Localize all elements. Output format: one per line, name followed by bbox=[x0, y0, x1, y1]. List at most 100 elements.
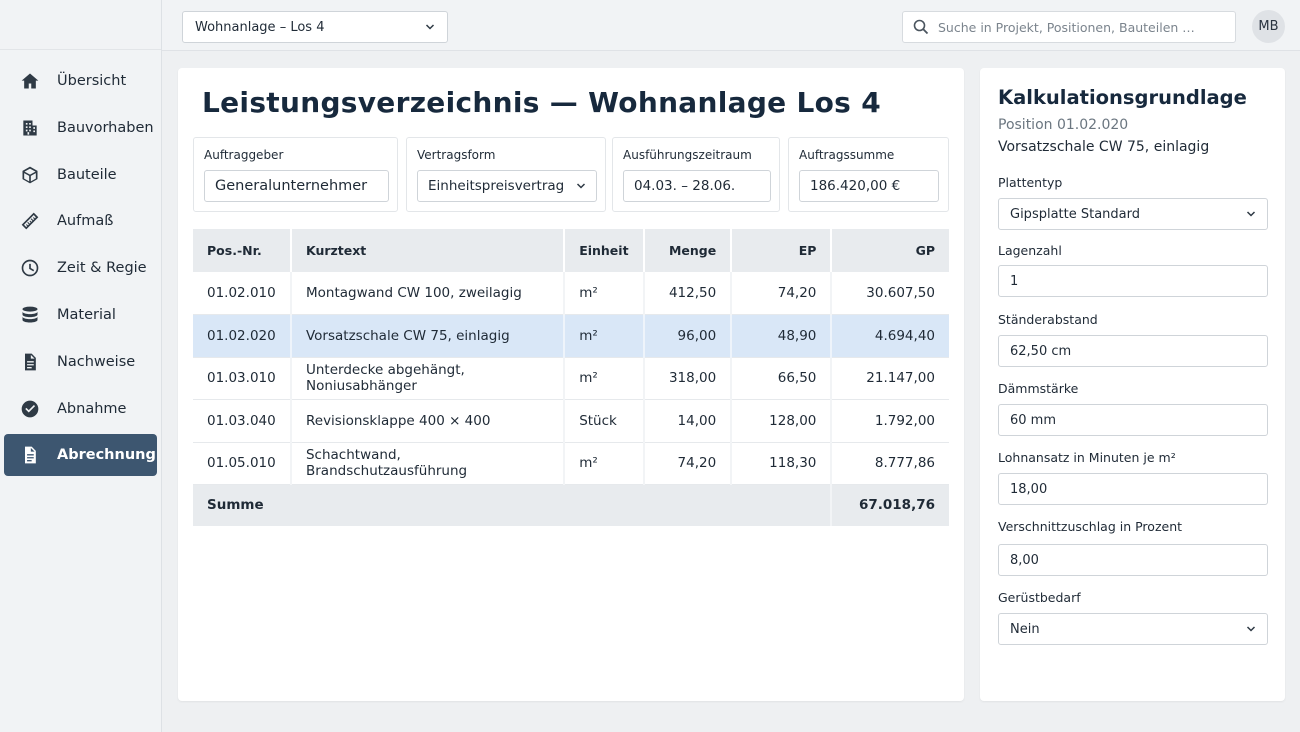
sidebar-item-uebersicht[interactable]: Übersicht bbox=[4, 60, 157, 102]
scaffold-select[interactable]: Nein bbox=[998, 613, 1268, 645]
plate-type-label: Plattentyp bbox=[998, 175, 1063, 190]
layers-field[interactable]: 1 bbox=[998, 265, 1268, 297]
stud-spacing-value: 62,50 cm bbox=[1010, 343, 1072, 359]
plate-type-select[interactable]: Gipsplatte Standard bbox=[998, 198, 1268, 230]
cell-ep: 48,90 bbox=[731, 314, 833, 358]
sidebar-item-abnahme[interactable]: Abnahme bbox=[4, 388, 157, 430]
contract-label: Vertragsform bbox=[417, 148, 496, 162]
cell-unit: Stück bbox=[564, 399, 645, 443]
scaffold-value: Nein bbox=[1010, 621, 1040, 637]
col-header-text[interactable]: Kurztext bbox=[290, 229, 566, 272]
cell-pos: 01.02.020 bbox=[193, 314, 292, 358]
client-field[interactable]: Generalunternehmer bbox=[204, 170, 389, 202]
cell-unit: m² bbox=[564, 442, 645, 485]
cell-ep: 66,50 bbox=[731, 357, 833, 400]
layers-value: 1 bbox=[1010, 273, 1019, 289]
sidebar-item-nachweise[interactable]: Nachweise bbox=[4, 341, 157, 383]
wage-value: 18,00 bbox=[1010, 481, 1048, 497]
search-input[interactable] bbox=[938, 19, 1228, 35]
sum-field[interactable]: 186.420,00 € bbox=[799, 170, 939, 202]
panel-position-text: Vorsatzschale CW 75, einlagig bbox=[998, 139, 1210, 155]
stud-spacing-label: Ständerabstand bbox=[998, 312, 1098, 327]
cell-qty: 74,20 bbox=[643, 442, 733, 485]
insulation-field[interactable]: 60 mm bbox=[998, 404, 1268, 436]
building-icon bbox=[19, 117, 41, 139]
client-box: Auftraggeber Generalunternehmer bbox=[193, 137, 398, 212]
contract-value: Einheitspreisvertrag bbox=[428, 178, 565, 194]
client-label: Auftraggeber bbox=[204, 148, 284, 162]
col-header-qty[interactable]: Menge bbox=[643, 229, 733, 272]
cube-icon bbox=[19, 164, 41, 186]
cell-text: Vorsatzschale CW 75, einlagig bbox=[290, 314, 566, 358]
search-box[interactable] bbox=[902, 11, 1236, 43]
sum-label: Auftragssumme bbox=[799, 148, 895, 162]
cell-text: Revisionsklappe 400 × 400 bbox=[290, 399, 566, 443]
clock-icon bbox=[19, 257, 41, 279]
cell-qty: 14,00 bbox=[643, 399, 733, 443]
sidebar-nav: Übersicht Bauvorhaben Bauteile Aufmaß Ze… bbox=[0, 50, 161, 477]
sidebar-item-label: Aufmaß bbox=[57, 213, 114, 230]
sum-row-value: 67.018,76 bbox=[831, 484, 949, 526]
waste-field[interactable]: 8,00 bbox=[998, 544, 1268, 576]
period-label: Ausführungszeitraum bbox=[623, 148, 752, 162]
positions-table: Pos.-Nr. Kurztext Einheit Menge EP GP 01… bbox=[193, 229, 949, 526]
cell-ep: 74,20 bbox=[731, 272, 833, 315]
project-select[interactable]: Wohnanlage – Los 4 bbox=[182, 11, 448, 43]
sidebar-item-label: Bauteile bbox=[57, 166, 117, 183]
wage-label: Lohnansatz in Minuten je m² bbox=[998, 450, 1176, 465]
document-icon bbox=[19, 351, 41, 373]
sidebar-item-label: Nachweise bbox=[57, 353, 136, 370]
period-box: Ausführungszeitraum 04.03. – 28.06. bbox=[612, 137, 780, 212]
sidebar-header bbox=[0, 0, 161, 50]
chevron-down-icon bbox=[576, 181, 586, 191]
sidebar-item-bauteile[interactable]: Bauteile bbox=[4, 154, 157, 196]
table-row-selected[interactable]: 01.02.020 Vorsatzschale CW 75, einlagig … bbox=[193, 314, 949, 358]
sidebar-item-bauvorhaben[interactable]: Bauvorhaben bbox=[4, 107, 157, 149]
insulation-value: 60 mm bbox=[1010, 412, 1057, 428]
cell-qty: 96,00 bbox=[643, 314, 733, 358]
sidebar-item-label: Material bbox=[57, 306, 116, 323]
ruler-icon bbox=[19, 210, 41, 232]
sidebar-item-aufmass[interactable]: Aufmaß bbox=[4, 200, 157, 242]
sidebar-item-zeit-regie[interactable]: Zeit & Regie bbox=[4, 247, 157, 289]
cell-text: Schachtwand, Brandschutzausführung bbox=[290, 442, 566, 485]
sidebar: Übersicht Bauvorhaben Bauteile Aufmaß Ze… bbox=[0, 0, 162, 732]
plate-type-value: Gipsplatte Standard bbox=[1010, 206, 1141, 222]
wage-field[interactable]: 18,00 bbox=[998, 473, 1268, 505]
cell-pos: 01.02.010 bbox=[193, 272, 292, 315]
contract-select[interactable]: Einheitspreisvertrag bbox=[417, 170, 597, 202]
check-circle-icon bbox=[19, 398, 41, 420]
page-title: Leistungsverzeichnis — Wohnanlage Los 4 bbox=[202, 86, 881, 119]
avatar[interactable]: MB bbox=[1252, 10, 1285, 43]
col-header-pos[interactable]: Pos.-Nr. bbox=[193, 229, 292, 272]
sidebar-item-abrechnung[interactable]: Abrechnung bbox=[4, 434, 157, 477]
period-value: 04.03. – 28.06. bbox=[634, 178, 736, 194]
sidebar-item-label: Bauvorhaben bbox=[57, 119, 154, 136]
waste-value: 8,00 bbox=[1010, 552, 1039, 568]
cell-ep: 128,00 bbox=[731, 399, 833, 443]
cell-gp: 30.607,50 bbox=[831, 272, 949, 315]
stack-icon bbox=[19, 304, 41, 326]
home-icon bbox=[19, 70, 41, 92]
col-header-gp[interactable]: GP bbox=[831, 229, 949, 272]
stud-spacing-field[interactable]: 62,50 cm bbox=[998, 335, 1268, 367]
table-row[interactable]: 01.05.010 Schachtwand, Brandschutzausfüh… bbox=[193, 442, 949, 485]
table-row[interactable]: 01.03.010 Unterdecke abgehängt, Noniusab… bbox=[193, 357, 949, 400]
table-header-row: Pos.-Nr. Kurztext Einheit Menge EP GP bbox=[193, 229, 949, 272]
panel-position: Position 01.02.020 bbox=[998, 117, 1129, 133]
table-row[interactable]: 01.03.040 Revisionsklappe 400 × 400 Stüc… bbox=[193, 399, 949, 443]
col-header-ep[interactable]: EP bbox=[731, 229, 833, 272]
sidebar-item-label: Abnahme bbox=[57, 400, 127, 417]
table-row[interactable]: 01.02.010 Montagwand CW 100, zweilagig m… bbox=[193, 272, 949, 315]
period-field[interactable]: 04.03. – 28.06. bbox=[623, 170, 771, 202]
sidebar-item-material[interactable]: Material bbox=[4, 294, 157, 336]
project-select-value: Wohnanlage – Los 4 bbox=[195, 19, 325, 35]
col-header-unit[interactable]: Einheit bbox=[564, 229, 645, 272]
calculation-panel: Kalkulationsgrundlage Position 01.02.020… bbox=[980, 68, 1285, 701]
cell-unit: m² bbox=[564, 357, 645, 400]
sidebar-item-label: Abrechnung bbox=[57, 447, 156, 464]
client-value: Generalunternehmer bbox=[215, 178, 368, 194]
cell-pos: 01.05.010 bbox=[193, 442, 292, 485]
table-sum-row: Summe 67.018,76 bbox=[193, 484, 949, 526]
chevron-down-icon bbox=[1246, 209, 1256, 219]
